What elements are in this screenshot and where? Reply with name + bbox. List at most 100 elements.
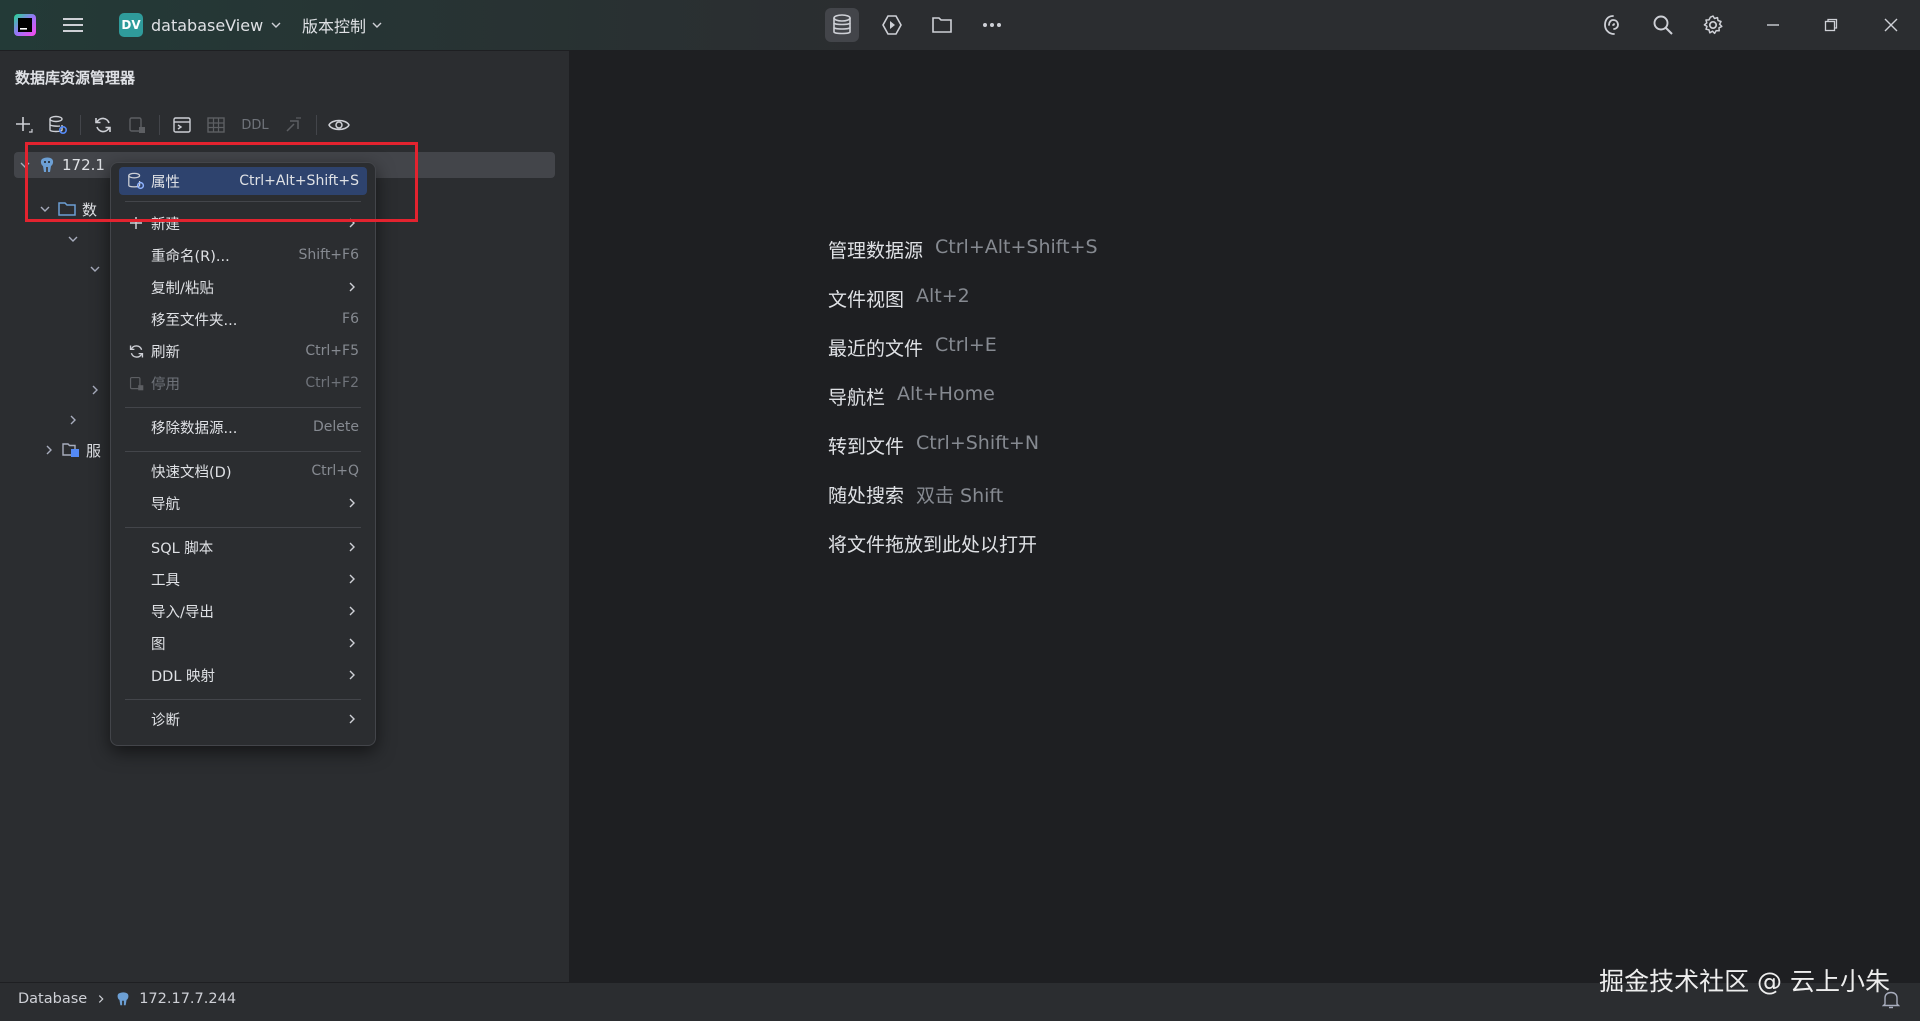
menu-item-copy-paste[interactable]: 复制/粘贴 xyxy=(119,273,367,301)
menu-item-diagrams[interactable]: 图 xyxy=(119,629,367,657)
hint-shortcut: Ctrl+Shift+N xyxy=(916,432,1040,454)
title-bar: DV databaseView 版本控制 xyxy=(0,0,1920,51)
refresh-button[interactable] xyxy=(89,111,117,139)
more-tools-button[interactable] xyxy=(975,8,1009,42)
menu-item-navigate[interactable]: 导航 xyxy=(119,489,367,517)
hint-action: 最近的文件 xyxy=(828,338,924,360)
hint-goto-file: 转到文件 Ctrl+Shift+N xyxy=(828,432,1039,459)
jump-to-source-button[interactable] xyxy=(280,111,308,139)
vcs-switcher[interactable]: 版本控制 xyxy=(302,10,382,40)
menu-item-label: 快速文档(D) xyxy=(151,464,232,481)
chevron-right-icon xyxy=(92,385,98,395)
minimize-icon xyxy=(1767,24,1779,26)
files-button[interactable] xyxy=(925,8,959,42)
project-badge: DV xyxy=(119,13,143,37)
menu-item-rename[interactable]: 重命名(R)... Shift+F6 xyxy=(119,241,367,269)
tree-row-schema[interactable] xyxy=(88,256,102,282)
run-services-button[interactable] xyxy=(875,8,909,42)
menu-item-remove-datasource[interactable]: 移除数据源... Delete xyxy=(119,413,367,441)
toolbar-separator xyxy=(80,115,81,135)
menu-item-shortcut: F6 xyxy=(342,311,359,327)
ddl-button[interactable]: DDL xyxy=(236,111,274,139)
chevron-right-icon xyxy=(349,498,355,508)
close-icon xyxy=(1884,18,1898,32)
datagrip-logo-icon[interactable] xyxy=(12,12,38,38)
server-objects-icon xyxy=(62,443,79,457)
menu-item-label: 图 xyxy=(151,636,166,653)
close-window-button[interactable] xyxy=(1876,10,1906,40)
tree-row-server-objects[interactable]: 服 xyxy=(42,437,101,463)
hint-action: 管理数据源 xyxy=(828,240,924,262)
hint-action: 文件视图 xyxy=(828,289,905,311)
menu-item-label: 属性 xyxy=(151,174,180,191)
project-name: databaseView xyxy=(151,15,264,35)
table-icon xyxy=(207,117,225,133)
more-icon xyxy=(983,23,1001,27)
hint-file-view: 文件视图 Alt+2 xyxy=(828,285,970,312)
chevron-right-icon xyxy=(99,995,104,1003)
menu-item-label: 停用 xyxy=(151,376,180,393)
menu-item-shortcut: Ctrl+Q xyxy=(311,463,359,479)
menu-item-import-export[interactable]: 导入/导出 xyxy=(119,597,367,625)
ai-assistant-button[interactable] xyxy=(1598,10,1628,40)
table-editor-button[interactable] xyxy=(202,111,230,139)
run-icon xyxy=(882,15,902,35)
menu-separator xyxy=(125,201,361,202)
view-options-button[interactable] xyxy=(325,111,353,139)
tree-row-databases[interactable]: 数 xyxy=(38,196,97,222)
restore-icon xyxy=(1824,18,1838,32)
hint-action: 随处搜索 xyxy=(828,485,905,507)
tree-row-collapsed[interactable] xyxy=(88,377,102,403)
hint-drop-files: 将文件拖放到此处以打开 xyxy=(828,530,1037,557)
eye-icon xyxy=(328,119,350,131)
menu-icon-spacer xyxy=(127,710,145,728)
menu-item-refresh[interactable]: 刷新 Ctrl+F5 xyxy=(119,337,367,365)
chevron-right-icon xyxy=(349,574,355,584)
deactivate-button[interactable] xyxy=(123,111,151,139)
breadcrumb: Database 172.17.7.244 xyxy=(18,991,236,1007)
menu-item-diagnostics[interactable]: 诊断 xyxy=(119,705,367,733)
tree-row-label: 服 xyxy=(86,441,102,460)
menu-item-move-to-folder[interactable]: 移至文件夹... F6 xyxy=(119,305,367,333)
settings-button[interactable] xyxy=(1698,10,1728,40)
editor-empty-area[interactable] xyxy=(570,51,1920,982)
hint-shortcut: Alt+2 xyxy=(916,285,970,307)
project-switcher[interactable]: DV databaseView xyxy=(115,10,285,40)
query-console-button[interactable] xyxy=(168,111,196,139)
tree-row-database[interactable] xyxy=(66,226,80,252)
refresh-icon xyxy=(95,117,111,133)
jump-arrow-icon xyxy=(286,117,301,132)
hint-action: 将文件拖放到此处以打开 xyxy=(828,534,1038,556)
menu-item-sql-scripts[interactable]: SQL 脚本 xyxy=(119,533,367,561)
menu-separator xyxy=(125,407,361,408)
hamburger-menu-icon[interactable] xyxy=(60,12,86,38)
breadcrumb-item-host[interactable]: 172.17.7.244 xyxy=(139,991,236,1007)
chevron-down-icon xyxy=(40,206,50,212)
menu-item-quick-documentation[interactable]: 快速文档(D) Ctrl+Q xyxy=(119,457,367,485)
menu-item-new[interactable]: 新建 xyxy=(119,209,367,237)
menu-item-label: 移至文件夹... xyxy=(151,312,238,329)
refresh-icon xyxy=(127,342,145,360)
menu-separator xyxy=(125,699,361,700)
menu-item-tools[interactable]: 工具 xyxy=(119,565,367,593)
tree-row-collapsed[interactable] xyxy=(66,407,80,433)
menu-item-label: 复制/粘贴 xyxy=(151,280,214,297)
hint-action: 导航栏 xyxy=(828,387,886,409)
datasource-properties-button[interactable] xyxy=(44,111,72,139)
restore-window-button[interactable] xyxy=(1816,10,1846,40)
search-everywhere-button[interactable] xyxy=(1648,10,1678,40)
menu-item-label: 导航 xyxy=(151,496,180,513)
menu-icon-spacer xyxy=(127,246,145,264)
menu-item-label: 移除数据源... xyxy=(151,420,238,437)
hint-shortcut: 双击 Shift xyxy=(916,485,1004,507)
menu-item-properties[interactable]: 属性 Ctrl+Alt+Shift+S xyxy=(119,167,367,195)
menu-item-deactivate[interactable]: 停用 Ctrl+F2 xyxy=(119,369,367,397)
new-button[interactable] xyxy=(10,111,38,139)
minimize-window-button[interactable] xyxy=(1758,10,1788,40)
breadcrumb-item-database[interactable]: Database xyxy=(18,991,87,1007)
plus-icon xyxy=(127,214,145,232)
gear-icon xyxy=(1703,15,1723,35)
database-explorer-button[interactable] xyxy=(825,8,859,42)
menu-item-ddl-mappings[interactable]: DDL 映射 xyxy=(119,661,367,689)
chevron-right-icon xyxy=(349,218,355,228)
